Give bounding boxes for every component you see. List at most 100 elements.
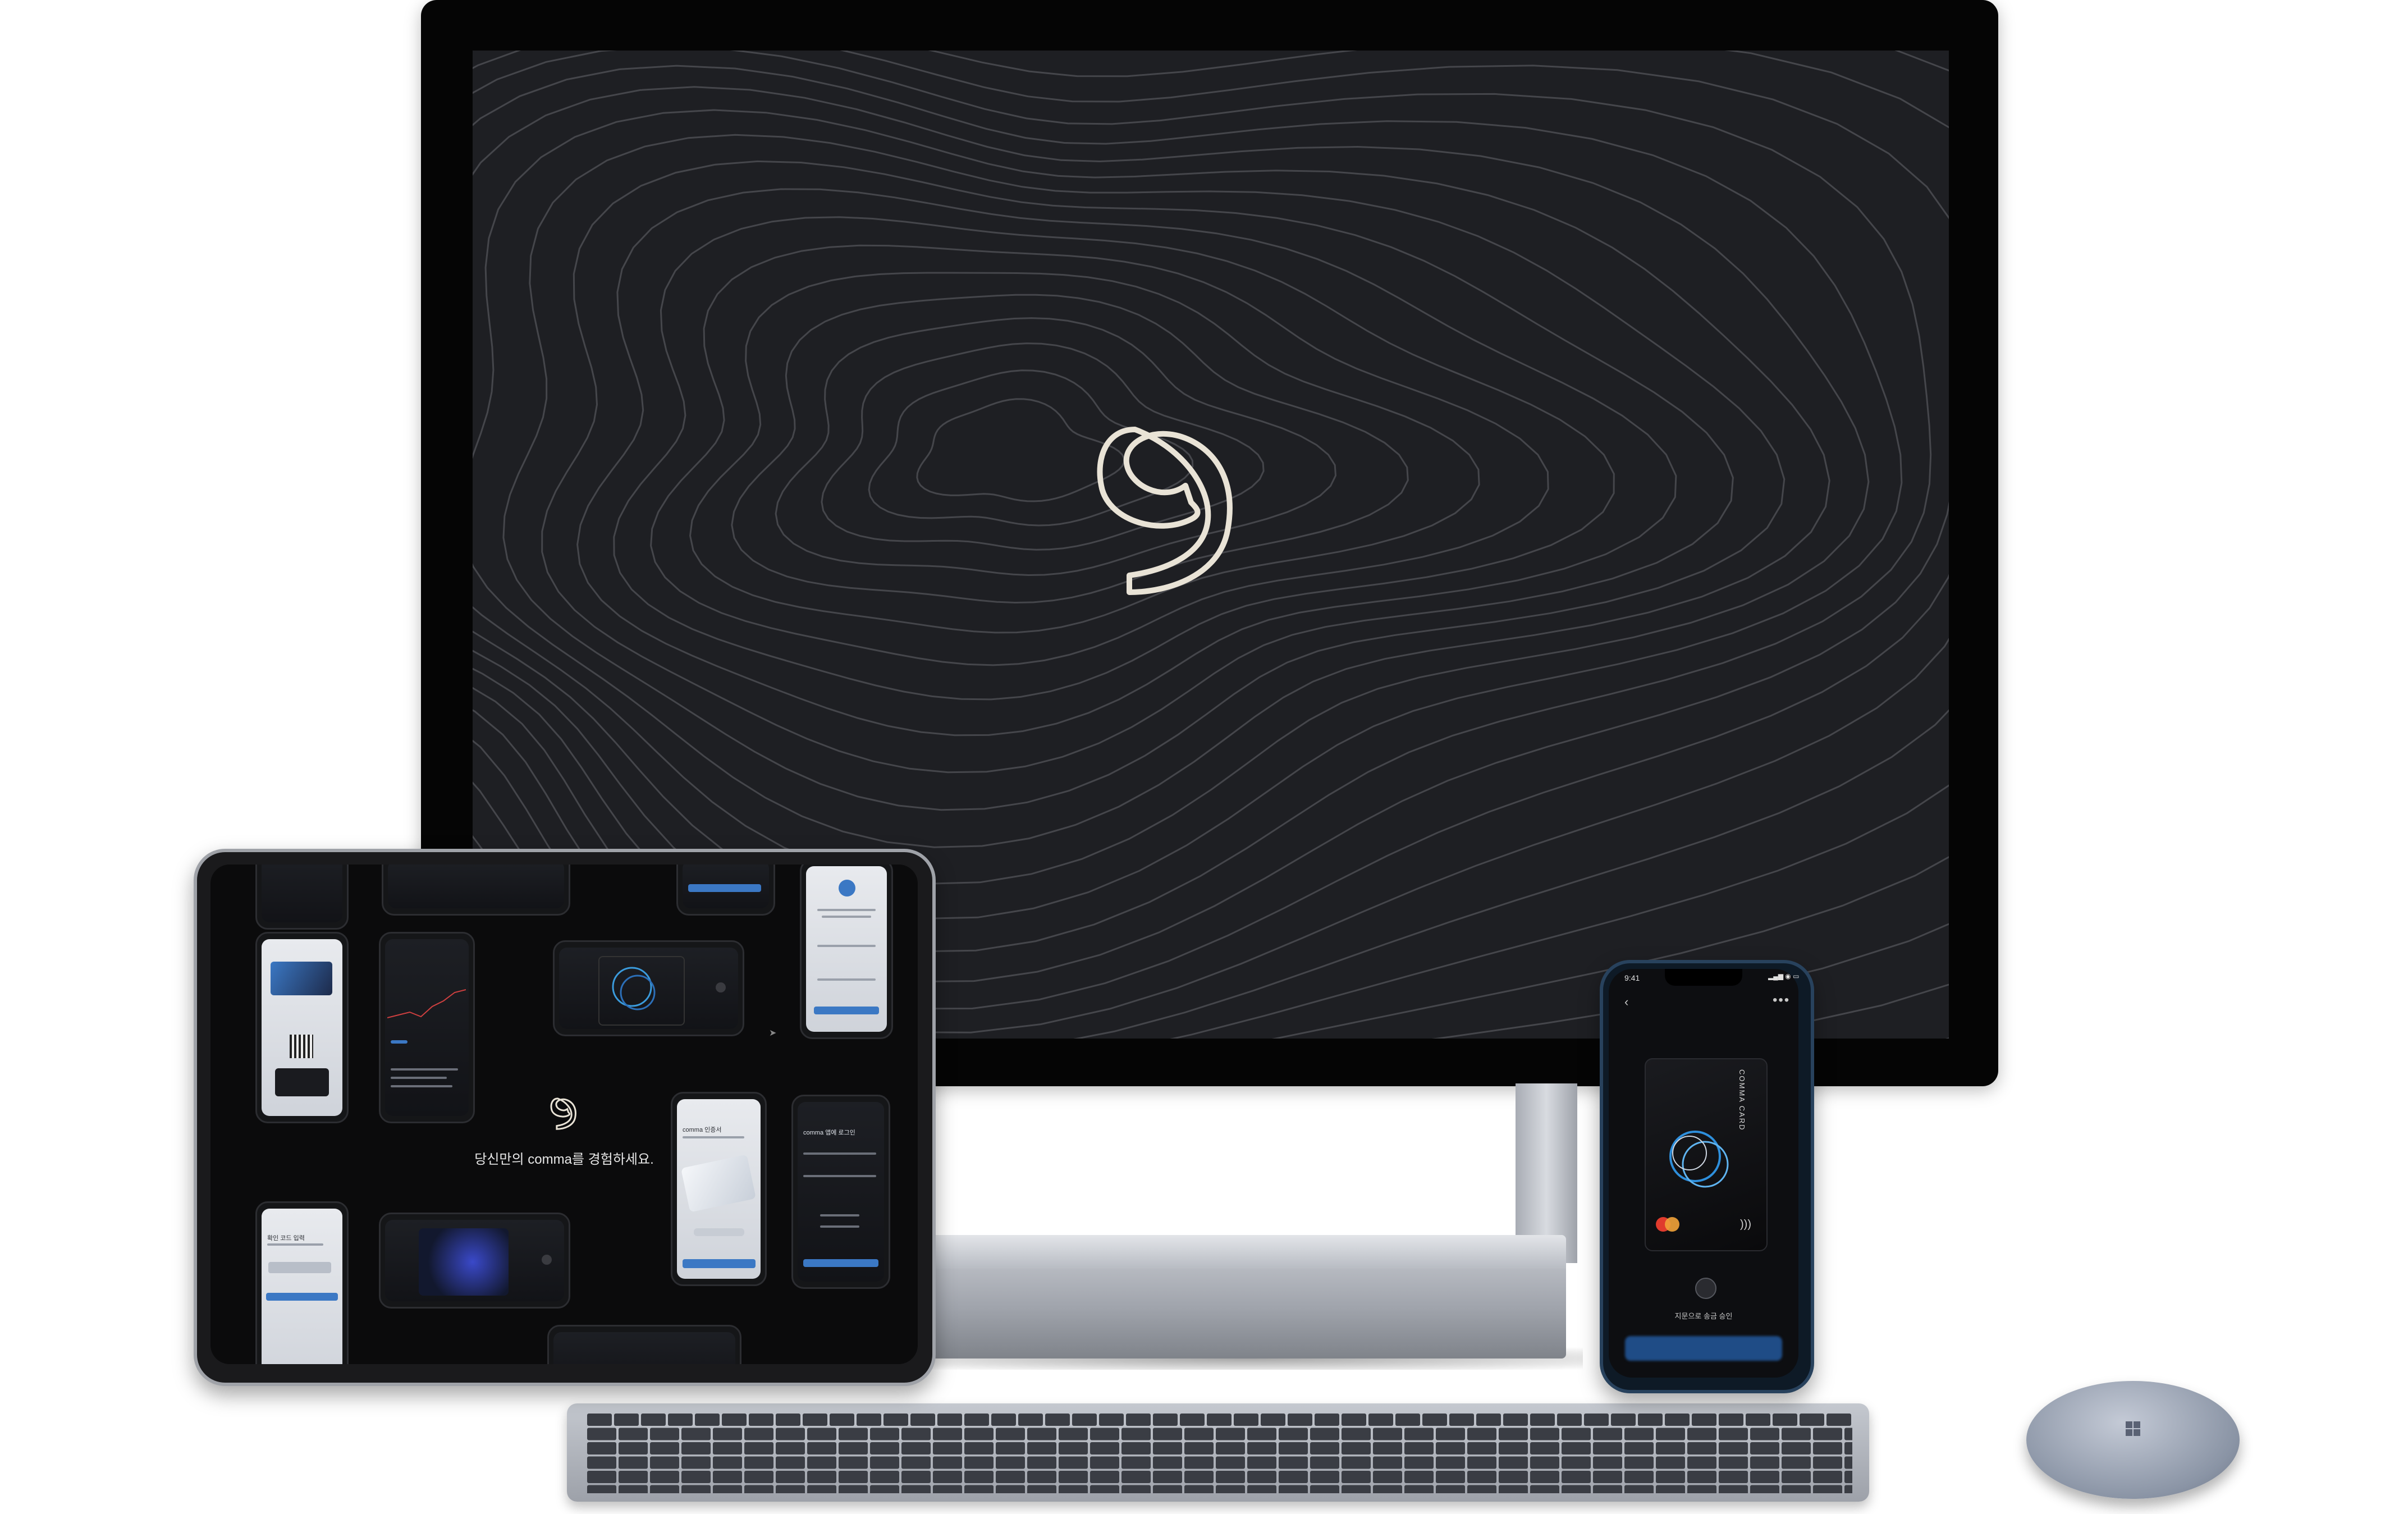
keyboard-key[interactable] <box>650 1471 679 1483</box>
keyboard-key[interactable] <box>964 1456 994 1469</box>
keyboard-key[interactable] <box>996 1485 1025 1494</box>
keyboard-key[interactable] <box>1656 1428 1685 1440</box>
keyboard-key[interactable] <box>839 1471 868 1483</box>
keyboard-key[interactable] <box>1059 1471 1088 1483</box>
keyboard-key[interactable] <box>964 1471 994 1483</box>
keyboard-key[interactable] <box>1342 1442 1371 1454</box>
keyboard-key[interactable] <box>933 1485 962 1494</box>
keyboard-key[interactable] <box>933 1456 962 1469</box>
keyboard-key[interactable] <box>1467 1428 1496 1440</box>
keyboard-key[interactable] <box>996 1471 1025 1483</box>
keyboard-key[interactable] <box>996 1428 1025 1440</box>
keyboard-key[interactable] <box>587 1442 616 1454</box>
keyboard-key[interactable] <box>1121 1471 1151 1483</box>
keyboard-key[interactable] <box>1436 1442 1465 1454</box>
keyboard-key[interactable] <box>1288 1414 1312 1426</box>
keyboard-key[interactable] <box>1121 1442 1151 1454</box>
keyboard-key[interactable] <box>1153 1428 1182 1440</box>
keyboard-key[interactable] <box>776 1456 805 1469</box>
confirm-button[interactable] <box>1625 1336 1782 1361</box>
keyboard-key[interactable] <box>1153 1471 1182 1483</box>
keyboard-key[interactable] <box>1342 1456 1371 1469</box>
keyboard-key[interactable] <box>1184 1471 1214 1483</box>
keyboard-key[interactable] <box>1813 1428 1842 1440</box>
keyboard-key[interactable] <box>1656 1456 1685 1469</box>
keyboard-key[interactable] <box>1373 1442 1402 1454</box>
keyboard-key[interactable] <box>1611 1414 1636 1426</box>
keyboard-key[interactable] <box>964 1414 989 1426</box>
keyboard-key[interactable] <box>1404 1428 1434 1440</box>
keyboard-key[interactable] <box>1499 1442 1528 1454</box>
keyboard-key[interactable] <box>1782 1428 1811 1440</box>
keyboard-key[interactable] <box>1530 1428 1559 1440</box>
keyboard-key[interactable] <box>803 1414 827 1426</box>
keyboard-key[interactable] <box>587 1414 612 1426</box>
keyboard-key[interactable] <box>614 1414 639 1426</box>
keyboard-key[interactable] <box>1499 1428 1528 1440</box>
keyboard-key[interactable] <box>1121 1485 1151 1494</box>
keyboard-key[interactable] <box>1373 1485 1402 1494</box>
keyboard-key[interactable] <box>1404 1442 1434 1454</box>
keyboard-key[interactable] <box>1018 1414 1043 1426</box>
keyboard-key[interactable] <box>713 1456 742 1469</box>
keyboard-key[interactable] <box>1782 1456 1811 1469</box>
keyboard-key[interactable] <box>1310 1428 1339 1440</box>
keyboard-key[interactable] <box>1342 1471 1371 1483</box>
keyboard-key[interactable] <box>1624 1456 1654 1469</box>
keyboard-key[interactable] <box>839 1485 868 1494</box>
keyboard-key[interactable] <box>996 1442 1025 1454</box>
keyboard-key[interactable] <box>1090 1442 1119 1454</box>
keyboard-key[interactable] <box>1467 1471 1496 1483</box>
keyboard-key[interactable] <box>681 1456 711 1469</box>
keyboard-key[interactable] <box>1844 1442 1852 1454</box>
keyboard-key[interactable] <box>1719 1442 1748 1454</box>
keyboard-key[interactable] <box>619 1428 648 1440</box>
keyboard-key[interactable] <box>1342 1414 1366 1426</box>
keyboard-key[interactable] <box>1476 1414 1501 1426</box>
keyboard-key[interactable] <box>1090 1428 1119 1440</box>
keyboard-key[interactable] <box>1593 1442 1622 1454</box>
keyboard-key[interactable] <box>1153 1442 1182 1454</box>
keyboard-key[interactable] <box>1665 1414 1690 1426</box>
keyboard-key[interactable] <box>1562 1456 1591 1469</box>
keyboard-key[interactable] <box>587 1428 616 1440</box>
keyboard-key[interactable] <box>1530 1456 1559 1469</box>
fingerprint-icon[interactable] <box>1695 1278 1716 1299</box>
keyboard-key[interactable] <box>1562 1428 1591 1440</box>
keyboard-key[interactable] <box>1373 1471 1402 1483</box>
keyboard-key[interactable] <box>1216 1471 1245 1483</box>
keyboard-key[interactable] <box>857 1414 881 1426</box>
keyboard-key[interactable] <box>1059 1456 1088 1469</box>
keyboard-key[interactable] <box>668 1414 693 1426</box>
keyboard-key[interactable] <box>1593 1456 1622 1469</box>
keyboard-key[interactable] <box>1499 1485 1528 1494</box>
keyboard-key[interactable] <box>1310 1456 1339 1469</box>
keyboard-key[interactable] <box>1045 1414 1070 1426</box>
keyboard-key[interactable] <box>937 1414 962 1426</box>
keyboard-key[interactable] <box>1687 1442 1716 1454</box>
keyboard-key[interactable] <box>776 1471 805 1483</box>
keyboard-key[interactable] <box>933 1428 962 1440</box>
keyboard-key[interactable] <box>933 1442 962 1454</box>
keyboard-key[interactable] <box>1624 1428 1654 1440</box>
keyboard-key[interactable] <box>1184 1485 1214 1494</box>
keyboard-key[interactable] <box>1719 1414 1743 1426</box>
keyboard-key[interactable] <box>1638 1414 1663 1426</box>
keyboard-key[interactable] <box>776 1428 805 1440</box>
keyboard-key[interactable] <box>1844 1471 1852 1483</box>
keyboard-key[interactable] <box>1121 1428 1151 1440</box>
keyboard-key[interactable] <box>964 1442 994 1454</box>
keyboard-key[interactable] <box>1750 1442 1779 1454</box>
keyboard-key[interactable] <box>1279 1428 1308 1440</box>
keyboard-key[interactable] <box>713 1428 742 1440</box>
keyboard-key[interactable] <box>1261 1414 1285 1426</box>
keyboard-key[interactable] <box>1449 1414 1474 1426</box>
back-chevron-icon[interactable]: ‹ <box>1624 995 1628 1009</box>
keyboard-key[interactable] <box>839 1442 868 1454</box>
keyboard-key[interactable] <box>1059 1428 1088 1440</box>
keyboard-key[interactable] <box>1624 1485 1654 1494</box>
keyboard-key[interactable] <box>1153 1456 1182 1469</box>
keyboard-key[interactable] <box>1782 1442 1811 1454</box>
keyboard-key[interactable] <box>807 1471 836 1483</box>
keyboard-key[interactable] <box>650 1428 679 1440</box>
